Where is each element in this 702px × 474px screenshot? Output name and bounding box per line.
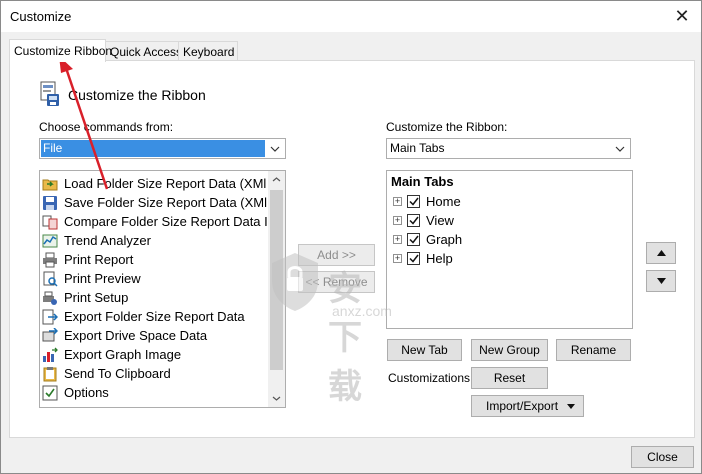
scroll-up-icon[interactable] <box>268 171 285 188</box>
close-icon[interactable]: ✕ <box>667 1 697 31</box>
list-item[interactable]: Options <box>42 383 109 402</box>
command-label: Export Folder Size Report Data <box>64 309 245 324</box>
ribbon-tabs-tree[interactable]: Main Tabs + Home + View + Graph + Help <box>386 170 633 329</box>
command-label: Compare Folder Size Report Data I <box>64 214 268 229</box>
command-label: Export Drive Space Data <box>64 328 208 343</box>
tree-item-graph[interactable]: + Graph <box>393 230 462 249</box>
command-label: Print Preview <box>64 271 141 286</box>
checkbox[interactable] <box>407 214 420 227</box>
tab-keyboard[interactable]: Keyboard <box>178 41 238 61</box>
commands-scrollbar[interactable] <box>268 171 285 407</box>
command-label: Load Folder Size Report Data (XMl <box>64 176 267 191</box>
export-report-icon <box>42 309 58 324</box>
close-button[interactable]: Close <box>631 446 694 468</box>
add-button[interactable]: Add >> <box>298 244 375 266</box>
tab-label: Quick Access <box>110 44 183 59</box>
list-item[interactable]: Print Setup <box>42 288 128 307</box>
expand-icon[interactable]: + <box>393 235 402 244</box>
new-group-button[interactable]: New Group <box>471 339 548 361</box>
triangle-down-icon <box>656 278 666 284</box>
tree-item-label: View <box>426 213 454 228</box>
import-export-label: Import/Export <box>486 399 559 413</box>
reset-button[interactable]: Reset <box>471 367 548 389</box>
list-item[interactable]: Compare Folder Size Report Data I <box>42 212 268 231</box>
expand-icon[interactable]: + <box>393 197 402 206</box>
chevron-down-icon <box>613 142 627 156</box>
choose-commands-label: Choose commands from: <box>39 120 174 134</box>
dropdown-value: Main Tabs <box>390 141 445 155</box>
tree-title: Main Tabs <box>391 174 454 189</box>
triangle-up-icon <box>656 250 666 256</box>
command-label: Save Folder Size Report Data (XMl <box>64 195 268 210</box>
options-icon <box>42 385 58 400</box>
clipboard-icon <box>43 366 57 381</box>
tree-item-view[interactable]: + View <box>393 211 454 230</box>
customize-dialog: Customize ✕ Customize Ribbon Quick Acces… <box>0 0 702 474</box>
print-setup-icon <box>43 291 57 305</box>
list-item[interactable]: Send To Clipboard <box>42 364 171 383</box>
rename-button[interactable]: Rename <box>556 339 631 361</box>
customizations-label: Customizations: <box>388 371 474 385</box>
remove-button[interactable]: << Remove <box>298 271 375 293</box>
list-item[interactable]: Trend Analyzer <box>42 231 151 250</box>
new-tab-button[interactable]: New Tab <box>387 339 462 361</box>
list-item[interactable]: Export Drive Space Data <box>42 326 207 345</box>
commands-list[interactable]: Load Folder Size Report Data (XMl Save F… <box>39 170 286 408</box>
list-item[interactable]: Export Folder Size Report Data <box>42 307 245 326</box>
command-label: Print Setup <box>64 290 129 305</box>
choose-commands-dropdown[interactable]: File <box>39 138 286 159</box>
tab-label: Customize Ribbon <box>14 44 113 58</box>
list-item[interactable]: Print Report <box>42 250 133 269</box>
scroll-down-icon[interactable] <box>268 390 285 407</box>
move-down-button[interactable] <box>646 270 676 292</box>
command-label: Options <box>64 385 109 400</box>
list-item[interactable]: Export Graph Image <box>42 345 181 364</box>
move-up-button[interactable] <box>646 242 676 264</box>
trend-analyzer-icon <box>42 234 58 247</box>
command-label: Send To Clipboard <box>64 366 171 381</box>
command-label: Export Graph Image <box>64 347 182 362</box>
export-drive-icon <box>42 327 58 341</box>
tree-item-label: Help <box>426 251 453 266</box>
page-title: Customize the Ribbon <box>68 87 206 103</box>
export-graph-icon <box>43 347 58 362</box>
chevron-down-icon <box>268 142 282 156</box>
print-preview-icon <box>43 271 58 287</box>
tab-customize-ribbon[interactable]: Customize Ribbon <box>9 39 112 62</box>
checkbox[interactable] <box>407 195 420 208</box>
title-bar: Customize ✕ <box>1 1 701 32</box>
scroll-thumb[interactable] <box>270 190 283 370</box>
tree-item-label: Graph <box>426 232 463 247</box>
tree-item-label: Home <box>426 194 461 209</box>
ribbon-header-icon <box>40 81 59 106</box>
tab-quick-access[interactable]: Quick Access <box>105 41 183 61</box>
list-item[interactable]: Save Folder Size Report Data (XMl <box>42 193 267 212</box>
expand-icon[interactable]: + <box>393 216 402 225</box>
import-export-button[interactable]: Import/Export <box>471 395 584 417</box>
load-report-icon <box>42 179 58 190</box>
command-label: Print Report <box>64 252 134 267</box>
tab-label: Keyboard <box>183 44 235 59</box>
list-item[interactable]: Print Preview <box>42 269 141 288</box>
checkbox[interactable] <box>407 252 420 265</box>
compare-report-icon <box>42 215 58 229</box>
list-item[interactable]: Load Folder Size Report Data (XMl <box>42 174 266 193</box>
command-label: Trend Analyzer <box>64 233 151 248</box>
customize-ribbon-dropdown[interactable]: Main Tabs <box>386 138 631 159</box>
expand-icon[interactable]: + <box>393 254 402 263</box>
watermark-url: anxz.com <box>332 303 392 319</box>
printer-icon <box>43 252 57 267</box>
tree-item-help[interactable]: + Help <box>393 249 453 268</box>
customize-ribbon-panel: Customize the Ribbon Choose commands fro… <box>9 60 695 438</box>
window-title: Customize <box>10 9 72 24</box>
tree-item-home[interactable]: + Home <box>393 192 461 211</box>
checkbox[interactable] <box>407 233 420 246</box>
triangle-down-icon <box>567 404 575 409</box>
customize-ribbon-label: Customize the Ribbon: <box>386 120 508 134</box>
save-report-icon <box>43 195 57 210</box>
dropdown-value: File <box>41 140 265 157</box>
